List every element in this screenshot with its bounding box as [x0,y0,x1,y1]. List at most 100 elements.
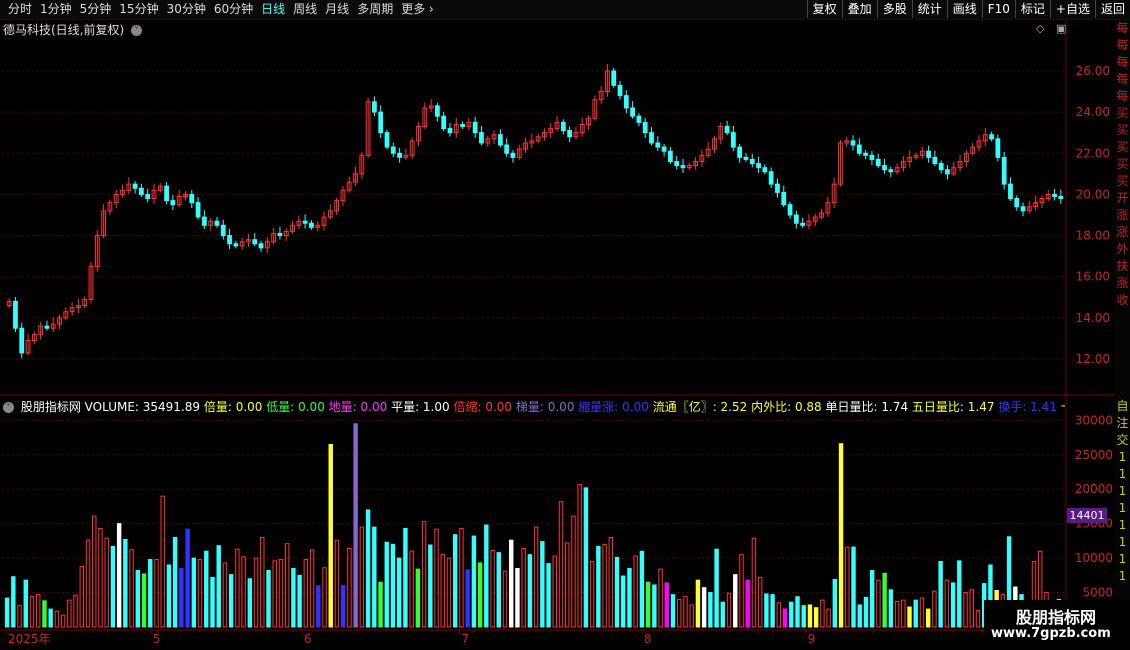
volume-bar [832,578,838,628]
candle-body [636,115,642,123]
volume-bar [484,524,489,628]
candle-body [220,224,226,237]
volume-bar [60,614,66,628]
right-info-strip-lower: 自注交 1 1 1 1 1 1 1 1 [1115,398,1130,618]
volume-bar [166,564,172,628]
volume-bar [826,608,831,628]
right-strip-char-7: 买 [1116,140,1129,154]
candle-body [781,191,787,206]
candle-body [567,130,573,138]
right-strip-char-13: 外 [1116,242,1129,256]
right-strip2-char-5: 1 [1118,484,1127,498]
indicator-item-11: 单日量比: 1.74 [821,400,909,414]
candle-body [743,156,749,160]
candle-body [227,235,232,245]
volume-bar [160,495,165,628]
volume-bar [471,535,477,628]
volume-bar [857,604,862,628]
volume-bar [888,589,894,628]
candle-body [384,132,390,148]
chevron-down-icon[interactable]: ˅ [131,25,143,36]
volume-bar [79,565,85,628]
price-axis-label: 20.00 [1076,187,1110,201]
candle-body [642,121,648,134]
indicator-item-2: 倍量: 0.00 [200,400,263,414]
volume-bar [241,556,246,628]
volume-bar [502,570,508,628]
volume-bar [670,594,676,628]
right-strip-char-11: 涨 [1116,208,1129,222]
volume-bar [104,537,109,628]
volume-bar [459,527,464,628]
indicator-item-10: 内外比: 0.88 [747,400,822,414]
volume-bar [782,608,788,628]
kline-chart[interactable]: 26.00 24.00 22.00 20.00 18.00 16.00 14.00 12.00… [0,0,1130,650]
candle-body [800,222,806,226]
right-strip-char-5: 买 [1116,106,1129,120]
volume-bar [334,539,340,628]
indicator-item-0: 股朋指标网 [20,400,81,414]
price-axis-label: 22.00 [1076,146,1110,160]
candle-body [611,70,617,86]
indicator-item-6: 倍缩: 0.00 [449,400,513,414]
volume-bar [932,590,937,628]
diamond-icon[interactable]: ◇ [1036,22,1044,35]
volume-bar [67,599,72,628]
candle-body [460,123,465,128]
maximize-icon[interactable]: ▣ [1056,22,1066,35]
volume-bar [807,604,813,628]
candle-body [44,325,50,329]
volume-bar [869,570,875,628]
candle-body [1001,156,1007,185]
candle-body [1008,183,1013,200]
volume-bar [838,443,844,628]
volume-bar [428,544,433,628]
volume-bar [633,555,638,628]
price-axis-label: 18.00 [1076,229,1110,243]
volume-bar [73,594,78,628]
volume-bar [148,558,153,628]
indicator-item-14: 十日换手: 1 [1057,400,1065,414]
volume-bar [340,585,346,628]
volume-bar [403,527,408,628]
volume-bar [123,539,128,628]
volume-bar [222,562,228,628]
indicator-item-3: 低量: 0.00 [262,400,325,414]
volume-axis-label: 10000 [1075,551,1113,565]
candle-body [277,233,283,237]
candle-body [649,132,654,144]
volume-bar [228,574,234,628]
volume-bar [48,608,53,628]
volume-bar [204,550,209,628]
indicator-bar: ˅ 股朋指标网 VOLUME: 35491.89 倍量: 0.00 低量: 0.… [3,398,1065,414]
candle-body [441,115,447,130]
right-strip-char-8: 买 [1116,157,1129,171]
candle-body [132,183,138,189]
indicator-item-7: 梯量: 0.00 [512,400,575,414]
price-axis-label: 24.00 [1076,105,1110,119]
right-strip-char-0: 每 [1116,21,1129,35]
candle-body [1014,198,1020,208]
right-strip2-char-2: 交 [1116,433,1129,447]
volume-bar [764,593,769,628]
volume-bar [452,534,458,628]
volume-bar [901,599,906,628]
volume-bar [975,609,981,628]
candle-body [145,193,151,200]
candle-body [850,140,856,146]
candle-body [793,214,799,224]
right-strip-char-9: 买 [1116,174,1129,188]
candle-body [214,220,220,226]
volume-bar [596,545,601,628]
chevron-down-icon[interactable]: ˅ [3,402,14,413]
candle-body [945,169,950,175]
volume-bar [309,549,315,628]
volume-bar [179,567,184,628]
candle-body [1058,195,1064,200]
volume-bar [365,509,371,628]
volume-bar [54,610,60,628]
candle-body [655,142,661,148]
volume-bar [272,560,277,628]
volume-bar [191,557,197,628]
volume-bar [465,569,470,628]
